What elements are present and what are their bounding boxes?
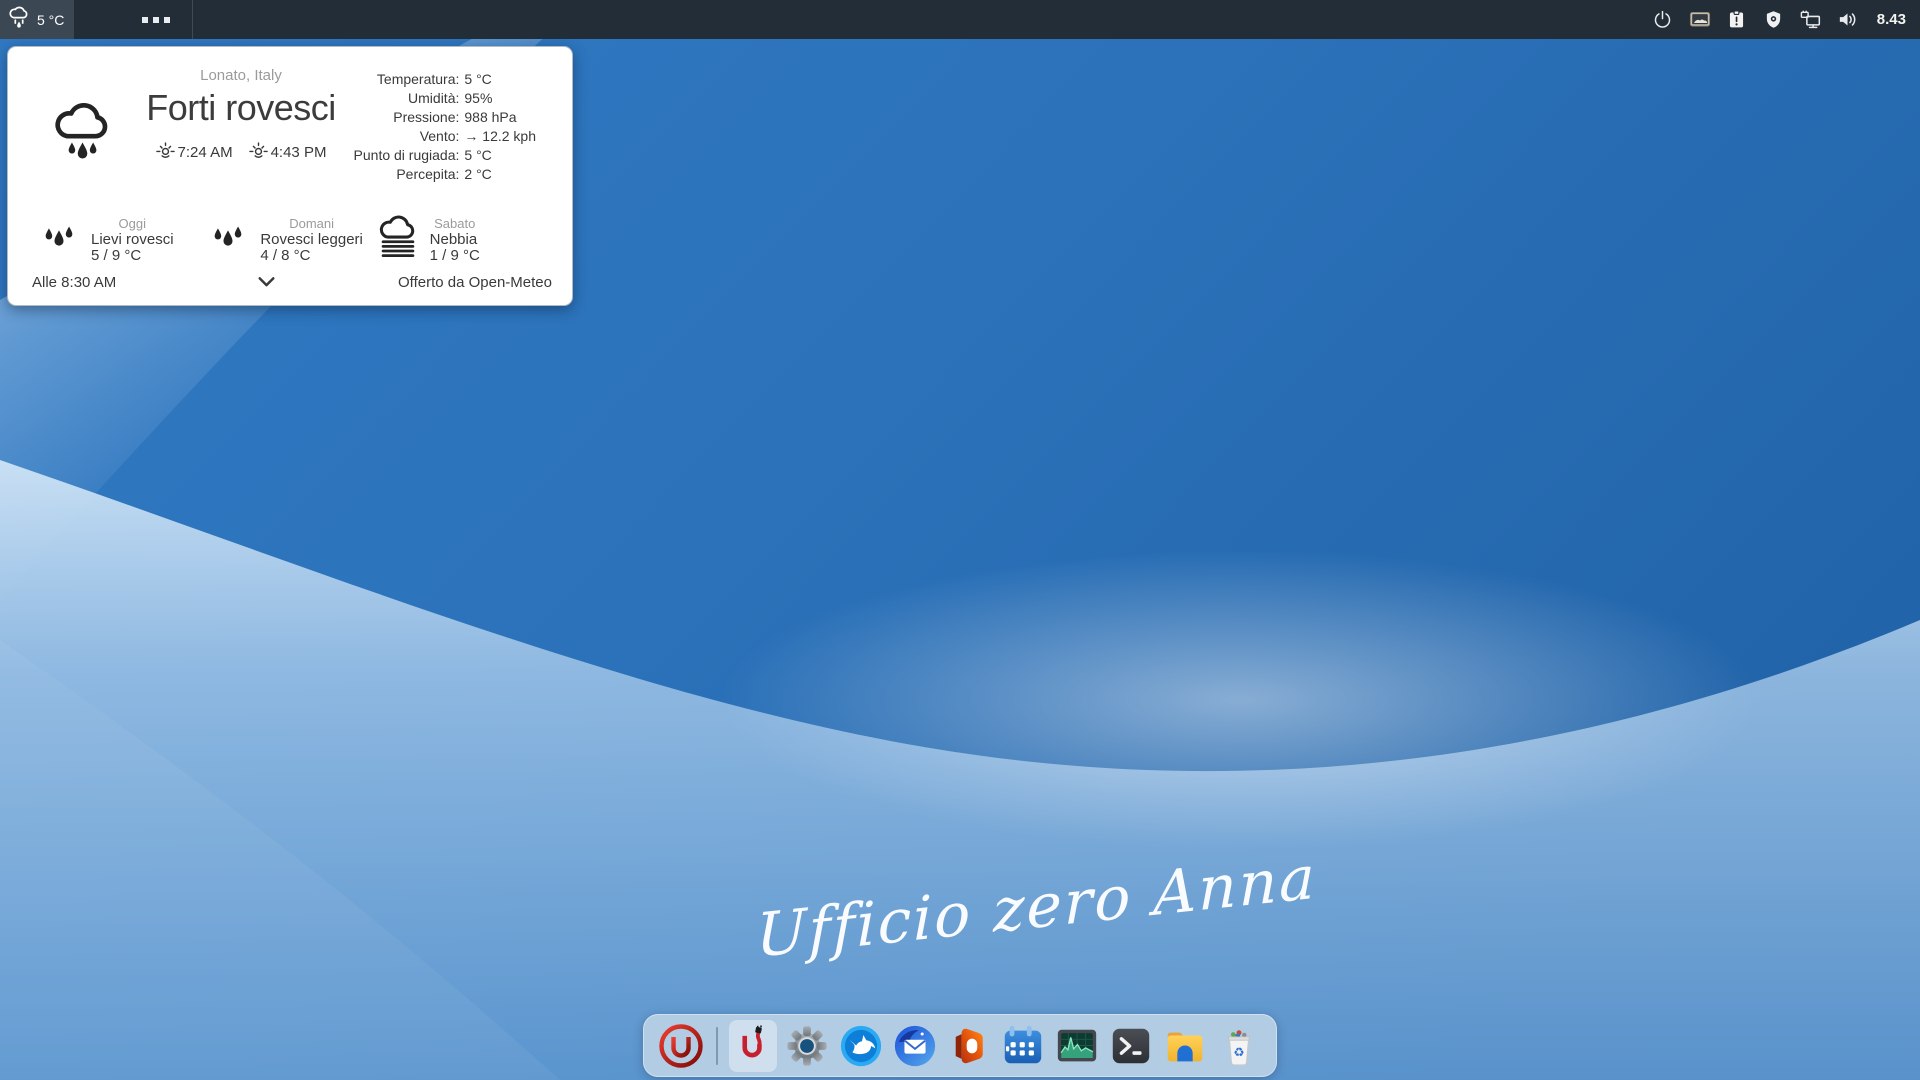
panel-clock[interactable]: 8.43: [1877, 11, 1906, 28]
weather-details: Temperatura: 5 °C Umidità: 95% Pressione…: [354, 71, 536, 182]
forecast-tomorrow: Domani Rovesci leggeri 4 / 8 °C: [205, 207, 374, 273]
settings-gear-icon[interactable]: [783, 1020, 831, 1072]
shield-icon[interactable]: [1762, 8, 1786, 32]
panel-separator: [192, 0, 193, 39]
ufficiozero-menu-icon[interactable]: [657, 1020, 705, 1072]
forecast-saturday: Sabato Nebbia 1 / 9 °C: [375, 207, 544, 273]
top-panel: 5 °C: [0, 0, 1920, 39]
dock: ♻: [643, 1014, 1277, 1077]
chevron-down-icon[interactable]: [254, 269, 279, 298]
rain-drops-icon: [36, 213, 82, 268]
popup-footer: Alle 8:30 AM Offerto da Open-Meteo: [32, 271, 552, 293]
weather-condition: Forti rovesci: [110, 87, 372, 129]
weather-popup: Lonato, Italy Forti rovesci 7:24 AM: [7, 46, 573, 306]
panel-temperature-label: 5 °C: [37, 12, 64, 28]
panel-weather-applet[interactable]: 5 °C: [0, 0, 74, 39]
power-icon[interactable]: [1651, 8, 1675, 32]
system-tray: 8.43: [1651, 8, 1920, 32]
fog-icon: [375, 213, 421, 268]
thunderbird-mail-icon[interactable]: [891, 1020, 939, 1072]
volume-icon[interactable]: [1836, 8, 1860, 32]
forecast-today: Oggi Lievi rovesci 5 / 9 °C: [36, 207, 205, 273]
forecast-day: Oggi: [91, 216, 174, 232]
trash-icon[interactable]: ♻: [1215, 1020, 1263, 1072]
terminal-icon[interactable]: [1107, 1020, 1155, 1072]
detail-label: Vento:: [354, 128, 460, 144]
forecast-condition: Rovesci leggeri: [260, 232, 363, 248]
forecast-row: Oggi Lievi rovesci 5 / 9 °C Domani Roves…: [8, 207, 572, 273]
rain-cloud-icon: [6, 4, 32, 35]
heavy-showers-cloud-icon: [48, 97, 116, 174]
weather-summary: Lonato, Italy Forti rovesci 7:24 AM: [110, 67, 372, 164]
wallpaper-icon[interactable]: [1688, 8, 1712, 32]
detail-label: Pressione:: [354, 109, 460, 125]
librewolf-browser-icon[interactable]: [837, 1020, 885, 1072]
forecast-day: Domani: [260, 216, 363, 232]
forecast-temps: 5 / 9 °C: [91, 248, 174, 264]
system-monitor-icon[interactable]: [1053, 1020, 1101, 1072]
calendar-icon[interactable]: [999, 1020, 1047, 1072]
detail-value: 5 °C: [464, 71, 536, 87]
ufficiozero-app-icon[interactable]: [729, 1020, 777, 1072]
sunrise-item: 7:24 AM: [156, 141, 233, 164]
forecast-day: Sabato: [430, 216, 480, 232]
detail-label: Umidità:: [354, 90, 460, 106]
detail-value: → 12.2 kph: [464, 128, 536, 144]
detail-label: Punto di rugiada:: [354, 147, 460, 163]
detail-value: 95%: [464, 90, 536, 106]
file-manager-icon[interactable]: [1161, 1020, 1209, 1072]
panel-grid-dots-icon[interactable]: [138, 11, 174, 29]
forecast-temps: 4 / 8 °C: [260, 248, 363, 264]
detail-label: Temperatura:: [354, 71, 460, 87]
dock-separator: [716, 1027, 718, 1065]
office-suite-icon[interactable]: [945, 1020, 993, 1072]
detail-value: 5 °C: [464, 147, 536, 163]
forecast-condition: Lievi rovesci: [91, 232, 174, 248]
last-updated-label: Alle 8:30 AM: [32, 274, 116, 291]
sunrise-time: 7:24 AM: [178, 144, 233, 161]
sun-times: 7:24 AM 4:43 PM: [110, 141, 372, 164]
detail-value: 2 °C: [464, 166, 536, 182]
network-icon[interactable]: [1799, 8, 1823, 32]
rain-drops-icon: [205, 213, 251, 268]
sunset-time: 4:43 PM: [271, 144, 327, 161]
weather-location: Lonato, Italy: [110, 67, 372, 84]
svg-text:♻: ♻: [1233, 1044, 1244, 1059]
forecast-temps: 1 / 9 °C: [430, 248, 480, 264]
sunset-icon: [249, 141, 268, 164]
sunset-item: 4:43 PM: [249, 141, 327, 164]
detail-label: Percepita:: [354, 166, 460, 182]
detail-value: 988 hPa: [464, 109, 536, 125]
attribution-label: Offerto da Open-Meteo: [398, 274, 552, 291]
sunrise-icon: [156, 141, 175, 164]
clipboard-alert-icon[interactable]: [1725, 8, 1749, 32]
forecast-condition: Nebbia: [430, 232, 480, 248]
